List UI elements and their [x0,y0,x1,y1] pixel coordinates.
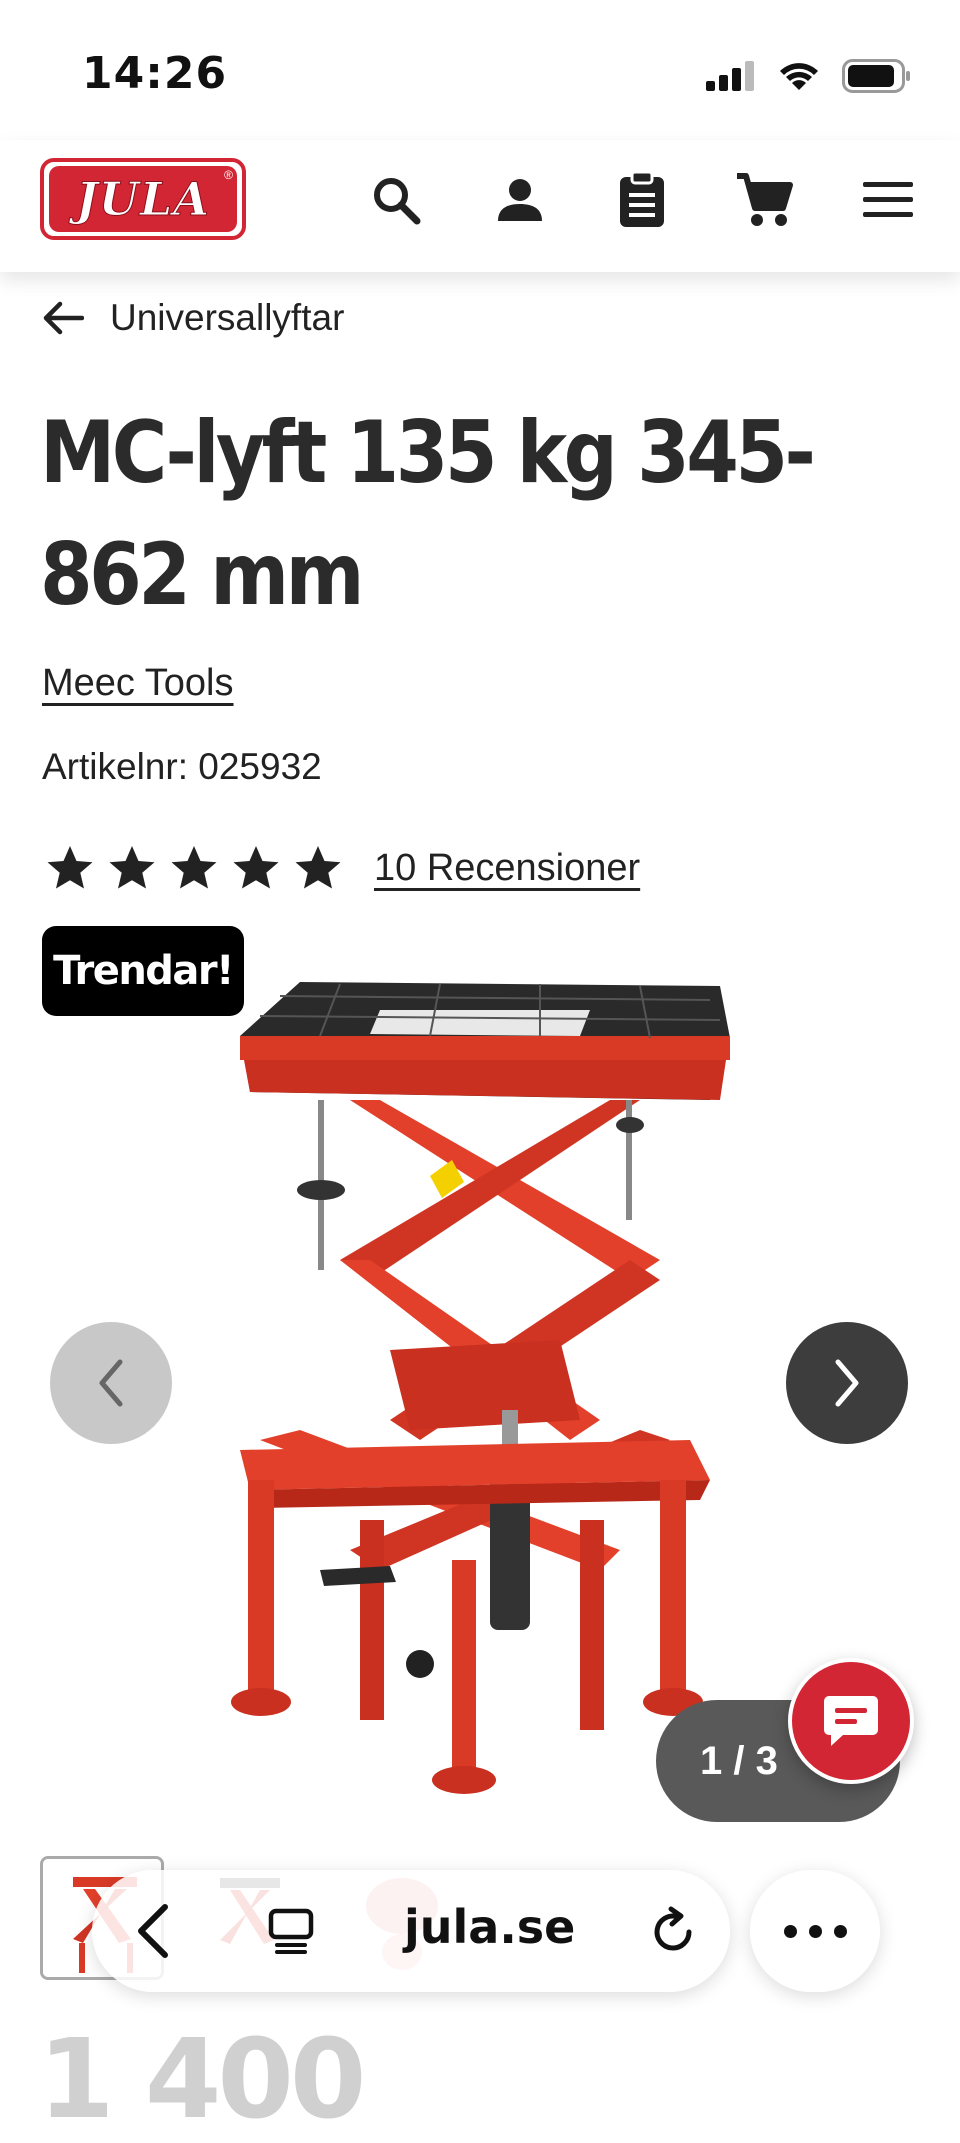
star-icon [295,846,341,889]
browser-tabs-button[interactable] [258,1898,324,1964]
browser-more-button[interactable] [750,1870,880,1992]
reviews-link[interactable]: 10 Recensioner [374,847,640,890]
registered-mark: ® [224,168,233,182]
star-icon [233,846,279,889]
dot-icon [808,1924,822,1938]
shopping-list-icon [620,171,664,227]
rating-row: 10 Recensioner [46,844,640,892]
chevron-left-icon [138,1904,168,1958]
star-icon [109,846,155,889]
account-icon [498,179,542,221]
product-price: 1 400 [38,2015,366,2143]
menu-button[interactable] [858,170,918,230]
address-bar[interactable]: jula.se [92,1870,730,1992]
star-icon [171,846,217,889]
status-bar: 14:26 [0,0,960,140]
trending-badge: Trendar! [42,926,244,1016]
reload-button[interactable] [640,1898,706,1964]
gallery-prev-button[interactable] [50,1322,172,1444]
product-image[interactable] [220,960,740,1800]
status-time: 14:26 [82,48,228,99]
jula-logo[interactable]: JULA ® [40,158,246,240]
dot-icon [783,1924,797,1938]
chat-button[interactable] [788,1658,914,1784]
search-button[interactable] [366,170,426,230]
brand-link[interactable]: Meec Tools [42,662,234,705]
shopping-list-button[interactable] [612,170,672,230]
breadcrumb[interactable]: Universallyftar [42,288,344,348]
chat-icon [824,1696,878,1746]
site-header: JULA ® [0,140,960,272]
logo-badge: JULA ® [49,166,237,232]
article-number: Artikelnr: 025932 [42,746,322,787]
chevron-right-icon [835,1359,859,1407]
reload-icon [654,1906,692,1951]
logo-text: JULA [76,172,210,227]
product-title: MC-lyft 135 kg 345-862 mm [40,403,816,625]
account-button[interactable] [490,170,550,230]
cart-icon [737,173,793,226]
arrow-left-icon [43,301,84,335]
browser-toolbar: jula.se [0,1856,960,2006]
breadcrumb-label: Universallyftar [110,297,345,338]
search-icon [374,178,421,225]
battery-icon [842,59,910,93]
cart-button[interactable] [734,170,794,230]
star-icon [47,846,93,889]
url-text[interactable]: jula.se [404,1900,575,1954]
tabs-icon [268,1908,314,1954]
menu-icon [863,182,913,217]
browser-back-button[interactable] [92,1870,214,1992]
chevron-left-icon [99,1359,123,1407]
cellular-signal-icon [706,61,754,91]
status-icons [706,56,912,96]
wifi-icon [780,63,818,90]
gallery-next-button[interactable] [786,1322,908,1444]
dot-icon [833,1924,847,1938]
gallery-counter-text: 1 / 3 [700,1738,778,1783]
